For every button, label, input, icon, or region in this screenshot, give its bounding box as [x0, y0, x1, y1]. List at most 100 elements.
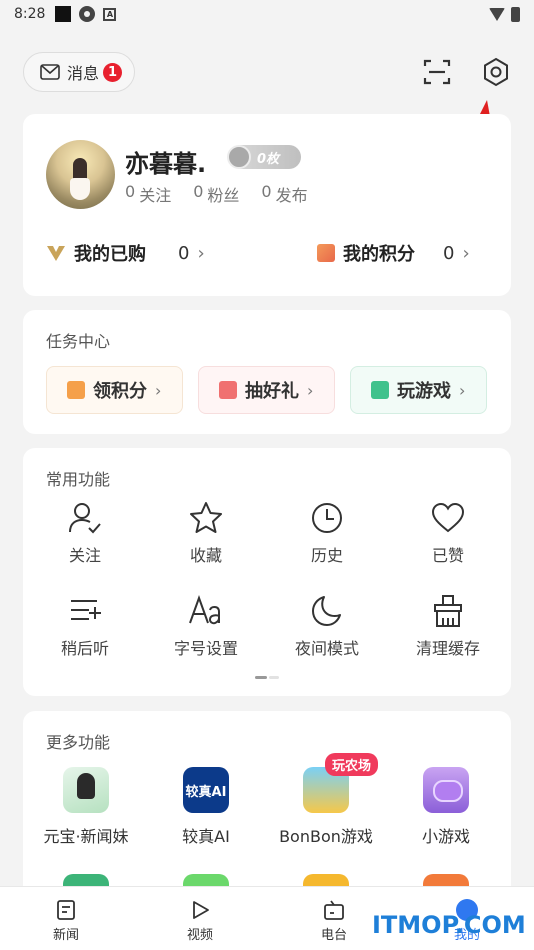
task-label: 抽好礼: [245, 381, 299, 402]
wifi-icon: [489, 7, 505, 21]
app-label: 小游戏: [421, 827, 470, 846]
page-dot: [269, 676, 279, 679]
night-mode-item[interactable]: 夜间模式: [277, 593, 377, 659]
points-book-icon: [317, 244, 335, 262]
my-purchases-value: 0: [178, 242, 190, 264]
font-size-item[interactable]: 字号设置: [156, 593, 256, 659]
my-points-row[interactable]: 我的积分 0 ›: [317, 240, 470, 266]
nav-news[interactable]: 新闻: [36, 899, 96, 943]
task-center-title: 任务中心: [46, 332, 111, 351]
lucky-draw-button[interactable]: 抽好礼 ›: [198, 366, 335, 414]
medal-count: 0枚: [257, 151, 280, 167]
chevron-right-icon: ›: [307, 380, 314, 400]
person-check-icon: [69, 503, 101, 534]
history-label: 历史: [310, 546, 343, 565]
task-label: 玩游戏: [397, 381, 451, 402]
chevron-right-icon: ›: [462, 242, 470, 264]
stat-label: 发布: [275, 186, 308, 205]
jiaozhen-ai-icon: 较真AI: [183, 767, 229, 813]
medal-badge[interactable]: 0枚: [227, 145, 301, 169]
night-mode-label: 夜间模式: [294, 639, 359, 658]
bonbon-farm-icon: 玩农场: [303, 753, 379, 813]
game-icon: [371, 381, 389, 399]
favorites-item[interactable]: 收藏: [156, 500, 256, 566]
nav-label: 视频: [186, 928, 213, 943]
liked-item[interactable]: 已赞: [398, 500, 498, 566]
messages-count-badge: 1: [103, 62, 123, 82]
app-label: 元宝·新闻妹: [43, 827, 129, 846]
news-icon: [57, 900, 75, 920]
heart-icon: [431, 502, 465, 533]
page-indicator: [255, 676, 279, 679]
app-label: 较真AI: [182, 827, 230, 846]
radio-icon: [324, 900, 344, 920]
broom-icon: [434, 595, 462, 627]
earn-points-button[interactable]: 领积分 ›: [46, 366, 183, 414]
messages-label: 消息: [67, 64, 100, 83]
common-functions-title: 常用功能: [46, 470, 111, 489]
font-size-icon: [189, 595, 220, 625]
my-purchases-label: 我的已购: [74, 244, 146, 265]
stat-num: 0: [193, 182, 204, 201]
app-label: BonBon游戏: [279, 827, 373, 846]
gift-icon: [67, 381, 85, 399]
nav-video[interactable]: 视频: [170, 899, 230, 943]
stat-num: 0: [125, 182, 136, 201]
battery-icon: [511, 6, 520, 22]
top-bar: 消息 1: [0, 52, 534, 92]
mail-icon: [40, 64, 60, 80]
task-label: 领积分: [93, 381, 147, 402]
star-icon: [190, 502, 222, 533]
mini-game-cloud-icon: [423, 767, 469, 813]
settings-gear-icon[interactable]: [480, 56, 512, 88]
font-size-label: 字号设置: [173, 639, 238, 658]
follow-item[interactable]: 关注: [35, 500, 135, 566]
stat-label: 粉丝: [207, 186, 240, 205]
chevron-right-icon: ›: [197, 242, 205, 264]
task-center-card: 任务中心 领积分 › 抽好礼 › 玩游戏 ›: [23, 310, 511, 434]
play-games-button[interactable]: 玩游戏 ›: [350, 366, 487, 414]
listen-later-item[interactable]: 稍后听: [35, 593, 135, 659]
yuanbao-avatar-icon: [63, 767, 109, 813]
history-item[interactable]: 历史: [277, 500, 377, 566]
username[interactable]: 亦暮暮.: [125, 144, 206, 179]
favorites-label: 收藏: [189, 546, 222, 565]
moon-icon: [312, 596, 341, 626]
nav-label: 电台: [320, 928, 347, 943]
stat-following[interactable]: 0 关注: [125, 182, 171, 206]
aperture-icon: [79, 6, 96, 22]
notification-square-icon: [55, 6, 72, 22]
app-bonbon-game[interactable]: 玩农场 BonBon游戏: [266, 753, 386, 847]
listen-later-icon: [71, 600, 101, 620]
profile-stats: 0 关注 0 粉丝 0 发布: [125, 182, 308, 206]
chevron-right-icon: ›: [459, 380, 466, 400]
stat-posts[interactable]: 0 发布: [261, 182, 307, 206]
stat-fans[interactable]: 0 粉丝: [193, 182, 239, 206]
stat-num: 0: [261, 182, 272, 201]
clear-cache-label: 清理缓存: [415, 639, 480, 658]
v-badge-icon: [47, 246, 65, 261]
scan-icon[interactable]: [421, 56, 453, 88]
app-yuanbao[interactable]: 元宝·新闻妹: [26, 767, 146, 847]
messages-button[interactable]: 消息 1: [23, 52, 135, 92]
farm-tag-badge: 玩农场: [325, 753, 379, 776]
status-bar: 8:28 A: [0, 0, 534, 28]
page-dot-active: [255, 676, 267, 679]
app-jiaozhen-ai[interactable]: 较真AI 较真AI: [146, 767, 266, 847]
avatar[interactable]: [46, 140, 115, 209]
app-mini-games[interactable]: 小游戏: [386, 767, 506, 847]
clock-icon: [312, 503, 342, 533]
common-functions-card: 常用功能 关注 收藏 历史 已赞 稍后听 字号设置 夜间模式 清理缓存: [23, 448, 511, 696]
my-purchases-row[interactable]: 我的已购 0 ›: [46, 240, 205, 266]
stat-label: 关注: [139, 186, 172, 205]
listen-later-label: 稍后听: [60, 639, 109, 658]
nav-label: 新闻: [52, 928, 79, 943]
a-notification-icon: A: [103, 7, 117, 21]
medal-icon: [227, 145, 251, 169]
chevron-right-icon: ›: [155, 380, 162, 400]
clear-cache-item[interactable]: 清理缓存: [398, 593, 498, 659]
status-time: 8:28: [14, 6, 46, 22]
nav-radio[interactable]: 电台: [304, 899, 364, 943]
watermark: ITMOP.COM: [372, 911, 526, 939]
follow-label: 关注: [68, 546, 101, 565]
